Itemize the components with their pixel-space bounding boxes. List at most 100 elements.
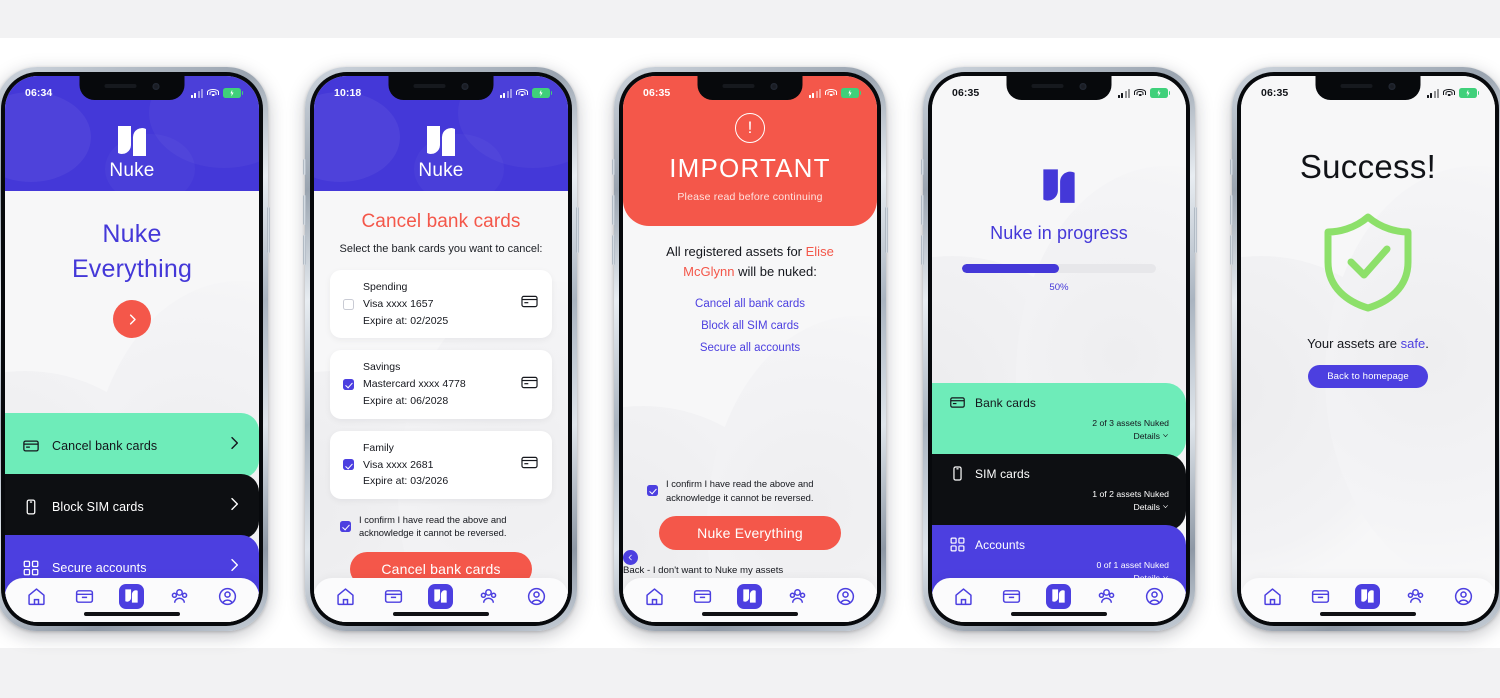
inbox-tab[interactable] <box>690 583 716 609</box>
signal-icon <box>1427 88 1439 98</box>
home-tab[interactable] <box>642 583 668 609</box>
confirm-checkbox[interactable] <box>647 485 658 497</box>
hero-line-2: Everything <box>71 254 193 283</box>
back-link-row[interactable]: Back - I don't want to Nuke my assets <box>623 550 877 576</box>
card-checkbox[interactable] <box>343 298 354 310</box>
profile-icon <box>527 587 545 605</box>
chevron-right-icon <box>129 313 136 325</box>
chevron-left-circle-icon <box>623 550 638 565</box>
home-indicator <box>84 612 180 616</box>
inbox-tab[interactable] <box>72 583 98 609</box>
battery-charging-icon <box>1459 88 1480 98</box>
front-camera-icon <box>1388 82 1396 90</box>
home-tab[interactable] <box>1260 583 1286 609</box>
bank-card-row[interactable]: Spending Visa xxxx 1657 Expire at: 02/20… <box>330 269 552 339</box>
volume-up-button[interactable] <box>921 195 924 225</box>
inbox-icon <box>385 589 403 603</box>
profile-tab[interactable] <box>1450 583 1476 609</box>
details-toggle[interactable]: Details <box>1133 430 1169 443</box>
phone-row: 06:34 Nuke Nuke Everything Cancel bank c… <box>0 0 1500 698</box>
front-camera-icon <box>770 82 778 90</box>
card-checkbox[interactable] <box>343 379 354 391</box>
profile-tab[interactable] <box>1141 583 1167 609</box>
app-progress: Nuke in progress 50% Bank cards 2 of 3 a… <box>932 76 1186 622</box>
phone-bezel: 06:35 Success! Your assets are safe. Bac… <box>1237 72 1499 626</box>
phone-bezel: 06:35 Nuke in progress 50% Bank cards 2 … <box>928 72 1190 626</box>
mute-switch[interactable] <box>1230 159 1233 175</box>
profile-icon <box>1145 587 1163 605</box>
page-subtitle: Select the bank cards you want to cancel… <box>339 243 543 255</box>
people-tab[interactable] <box>1402 583 1428 609</box>
volume-down-button[interactable] <box>1230 235 1233 265</box>
wifi-icon <box>1443 88 1455 98</box>
front-camera-icon <box>1079 82 1087 90</box>
power-button[interactable] <box>576 207 579 253</box>
power-button[interactable] <box>885 207 888 253</box>
page-title: Success! <box>1299 148 1437 185</box>
confirm-row[interactable]: I confirm I have read the above and ackn… <box>340 513 546 540</box>
volume-down-button[interactable] <box>921 235 924 265</box>
nuke-everything-button[interactable]: Nuke Everything <box>659 516 841 550</box>
nuke-tab[interactable] <box>119 583 145 609</box>
nuke-tab[interactable] <box>428 583 454 609</box>
home-indicator <box>393 612 489 616</box>
volume-up-button[interactable] <box>612 195 615 225</box>
power-button[interactable] <box>267 207 270 253</box>
nuke-tab[interactable] <box>1355 583 1381 609</box>
grid-accounts-icon <box>22 558 42 578</box>
nuke-tab[interactable] <box>737 583 763 609</box>
volume-up-button[interactable] <box>1230 195 1233 225</box>
bank-card-row[interactable]: Savings Mastercard xxxx 4778 Expire at: … <box>330 350 552 419</box>
mute-switch[interactable] <box>303 159 306 175</box>
profile-tab[interactable] <box>523 583 549 609</box>
status-card-bank-cards[interactable]: Bank cards 2 of 3 assets Nuked Details <box>932 383 1186 460</box>
home-tab[interactable] <box>24 583 50 609</box>
inbox-tab[interactable] <box>1308 583 1334 609</box>
option-block-sim-cards[interactable]: Block SIM cards <box>5 474 259 539</box>
home-tab[interactable] <box>333 583 359 609</box>
power-button[interactable] <box>1194 207 1197 253</box>
status-card-sim-cards[interactable]: SIM cards 1 of 2 assets Nuked Details <box>932 454 1186 531</box>
sim-phone-icon <box>22 497 42 517</box>
credit-card-icon <box>520 453 539 477</box>
hero-section: Nuke Everything <box>5 191 259 338</box>
back-to-homepage-button[interactable]: Back to homepage <box>1308 365 1428 388</box>
mute-switch[interactable] <box>921 159 924 175</box>
volume-up-button[interactable] <box>303 195 306 225</box>
option-cancel-bank-cards[interactable]: Cancel bank cards <box>5 413 259 478</box>
volume-down-button[interactable] <box>303 235 306 265</box>
inbox-tab[interactable] <box>999 583 1025 609</box>
profile-tab[interactable] <box>214 583 240 609</box>
home-tab[interactable] <box>951 583 977 609</box>
status-card-meta: 1 of 2 assets Nuked Details <box>949 488 1169 513</box>
shield-check-icon <box>1322 212 1414 312</box>
back-link-label: Back - I don't want to Nuke my assets <box>623 565 784 576</box>
inbox-icon <box>1312 589 1330 603</box>
screen-important: 06:35 ! IMPORTANT Please read before con… <box>623 76 877 622</box>
phone-bezel: 10:18 Nuke Cancel bank cards Select the … <box>310 72 572 626</box>
inbox-tab[interactable] <box>381 583 407 609</box>
bank-card-row[interactable]: Family Visa xxxx 2681 Expire at: 03/2026 <box>330 430 552 500</box>
status-card-label: SIM cards <box>975 466 1030 481</box>
credit-card-icon <box>520 373 539 397</box>
confirm-text: I confirm I have read the above and ackn… <box>359 514 507 539</box>
card-expiry: Expire at: 02/2025 <box>363 314 449 327</box>
confirm-row[interactable]: I confirm I have read the above and ackn… <box>647 477 857 504</box>
confirm-checkbox[interactable] <box>340 520 351 532</box>
mute-switch[interactable] <box>612 159 615 175</box>
signal-icon <box>809 88 821 98</box>
card-checkbox[interactable] <box>343 459 354 471</box>
nuke-leaf-logo <box>1040 166 1078 207</box>
profile-tab[interactable] <box>832 583 858 609</box>
people-tab[interactable] <box>1093 583 1119 609</box>
details-toggle[interactable]: Details <box>1133 501 1169 514</box>
volume-down-button[interactable] <box>612 235 615 265</box>
nuke-tab[interactable] <box>1046 583 1072 609</box>
home-icon <box>646 587 664 605</box>
people-tab[interactable] <box>475 583 501 609</box>
asset-status-list: Bank cards 2 of 3 assets Nuked Details S… <box>932 383 1186 602</box>
people-tab[interactable] <box>166 583 192 609</box>
nuke-everything-cta-button[interactable] <box>113 300 151 338</box>
success-message: Your assets are safe. <box>1241 336 1495 351</box>
people-tab[interactable] <box>784 583 810 609</box>
